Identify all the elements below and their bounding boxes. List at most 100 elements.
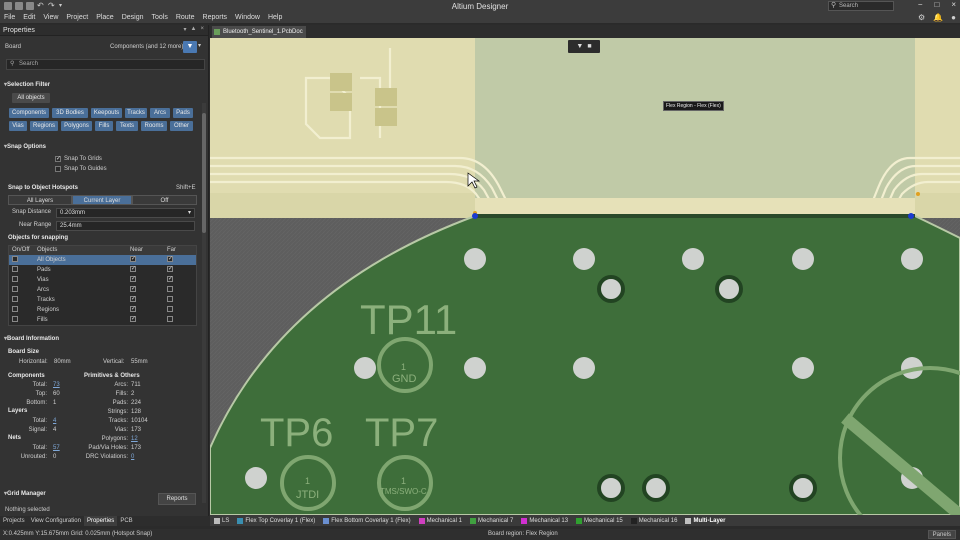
- filter-pads[interactable]: Pads: [173, 108, 193, 118]
- snap-options-heading[interactable]: Snap Options: [4, 143, 46, 150]
- table-row[interactable]: All Objects ✓ ✓: [9, 255, 196, 265]
- snap-to-grids-checkbox[interactable]: ✓: [55, 156, 61, 162]
- pcb-canvas[interactable]: TP11 TP6 TP7 GND JTDI TMS/SWO-C 1 1 1 ▼ …: [210, 38, 960, 515]
- filter-regions[interactable]: Regions: [30, 121, 58, 131]
- onoff-checkbox[interactable]: [12, 295, 18, 305]
- scrollbar-thumb[interactable]: [202, 113, 206, 233]
- snap-distance-input[interactable]: 0.203mm ▾: [56, 208, 195, 218]
- near-checkbox[interactable]: ✓: [130, 255, 136, 265]
- pcb-drawing[interactable]: TP11 TP6 TP7 GND JTDI TMS/SWO-C 1 1 1: [210, 38, 960, 515]
- layer-tab[interactable]: Flex Bottom Coverlay 1 (Flex): [319, 517, 414, 524]
- menu-project[interactable]: Project: [62, 14, 92, 21]
- menu-view[interactable]: View: [39, 14, 62, 21]
- grid-manager-heading[interactable]: Grid Manager: [4, 490, 46, 497]
- far-checkbox[interactable]: ✓: [167, 265, 173, 275]
- near-checkbox[interactable]: ✓: [130, 275, 136, 285]
- filter-vias[interactable]: Vias: [9, 121, 27, 131]
- menu-place[interactable]: Place: [92, 14, 118, 21]
- col-objects[interactable]: Objects: [37, 246, 57, 255]
- menu-route[interactable]: Route: [172, 14, 199, 21]
- filter-arcs[interactable]: Arcs: [150, 108, 170, 118]
- far-checkbox[interactable]: [167, 295, 173, 305]
- panels-button[interactable]: Panels: [927, 530, 956, 539]
- table-row[interactable]: Fills ✓: [9, 315, 196, 325]
- filter-components[interactable]: Components: [9, 108, 49, 118]
- onoff-checkbox[interactable]: [12, 265, 18, 275]
- minimize-button[interactable]: −: [918, 0, 923, 9]
- onoff-checkbox[interactable]: [12, 315, 18, 325]
- onoff-checkbox[interactable]: [12, 275, 18, 285]
- filter-polygons[interactable]: Polygons: [61, 121, 92, 131]
- mode-all-layers[interactable]: All Layers: [8, 195, 72, 205]
- near-checkbox[interactable]: ✓: [130, 265, 136, 275]
- document-tab[interactable]: Bluetooth_Sentinel_1.PcbDoc *: [212, 26, 306, 47]
- tab-pcb[interactable]: PCB: [117, 516, 135, 526]
- table-row[interactable]: Vias ✓ ✓: [9, 275, 196, 285]
- tab-projects[interactable]: Projects: [0, 516, 28, 526]
- near-checkbox[interactable]: ✓: [130, 285, 136, 295]
- all-objects-button[interactable]: All objects: [12, 93, 50, 103]
- far-checkbox[interactable]: [167, 315, 173, 325]
- table-row[interactable]: Regions ✓: [9, 305, 196, 315]
- tab-view-configuration[interactable]: View Configuration: [28, 516, 84, 526]
- properties-search-input[interactable]: ⚲ Search: [6, 59, 205, 70]
- layer-tab[interactable]: Mechanical 13: [517, 517, 572, 524]
- near-checkbox[interactable]: ✓: [130, 305, 136, 315]
- layer-tab[interactable]: Flex Top Coverlay 1 (Flex): [233, 517, 319, 524]
- panel-menu-icon[interactable]: ▾: [184, 26, 187, 33]
- menu-window[interactable]: Window: [231, 14, 264, 21]
- filter-icon[interactable]: ▼: [576, 43, 583, 50]
- col-onoff[interactable]: On/Off: [12, 246, 30, 255]
- far-checkbox[interactable]: ✓: [167, 275, 173, 285]
- selection-filter-heading[interactable]: Selection Filter: [4, 81, 50, 88]
- user-icon[interactable]: ●: [951, 13, 956, 22]
- mode-current-layer[interactable]: Current Layer: [72, 195, 132, 205]
- filter-dropdown-icon[interactable]: ▾: [198, 42, 201, 49]
- table-row[interactable]: Arcs ✓: [9, 285, 196, 295]
- primitive-value[interactable]: 0: [131, 454, 134, 460]
- close-button[interactable]: ×: [951, 0, 956, 9]
- board-information-heading[interactable]: Board Information: [4, 335, 59, 342]
- menu-design[interactable]: Design: [118, 14, 148, 21]
- onoff-checkbox[interactable]: [12, 255, 18, 265]
- onoff-checkbox[interactable]: [12, 305, 18, 315]
- selection-mode-icon[interactable]: ■: [587, 43, 591, 50]
- pin-icon[interactable]: ▲: [191, 26, 197, 33]
- mode-off[interactable]: Off: [132, 195, 197, 205]
- layer-tab[interactable]: Mechanical 1: [415, 517, 466, 524]
- filter-tracks[interactable]: Tracks: [125, 108, 147, 118]
- filter-3d-bodies[interactable]: 3D Bodies: [52, 108, 88, 118]
- filter-other[interactable]: Other: [170, 121, 193, 131]
- snap-to-guides-checkbox[interactable]: [55, 166, 61, 172]
- components-total-value[interactable]: 73: [53, 382, 60, 388]
- bell-icon[interactable]: 🔔: [933, 13, 943, 22]
- filter-keepouts[interactable]: Keepouts: [91, 108, 122, 118]
- layers-total-value[interactable]: 4: [53, 418, 56, 424]
- table-row[interactable]: Tracks ✓: [9, 295, 196, 305]
- menu-file[interactable]: File: [0, 14, 19, 21]
- reports-button[interactable]: Reports: [158, 493, 196, 505]
- far-checkbox[interactable]: [167, 305, 173, 315]
- filter-fills[interactable]: Fills: [95, 121, 113, 131]
- tab-properties[interactable]: Properties: [83, 516, 118, 526]
- near-range-input[interactable]: 25.4mm: [56, 221, 195, 231]
- nets-total-value[interactable]: 57: [53, 445, 60, 451]
- filter-icon[interactable]: ▼: [183, 41, 197, 53]
- panel-scrollbar[interactable]: [202, 103, 206, 503]
- far-checkbox[interactable]: [167, 285, 173, 295]
- layer-tab[interactable]: LS: [210, 517, 233, 524]
- menu-edit[interactable]: Edit: [19, 14, 39, 21]
- table-row[interactable]: Pads ✓ ✓: [9, 265, 196, 275]
- menu-reports[interactable]: Reports: [199, 14, 232, 21]
- menu-tools[interactable]: Tools: [148, 14, 172, 21]
- filter-summary[interactable]: Components (and 12 more): [110, 44, 183, 50]
- layer-tab[interactable]: Mechanical 7: [466, 517, 517, 524]
- primitive-value[interactable]: 12: [131, 436, 138, 442]
- global-search-input[interactable]: ⚲ Search: [828, 1, 894, 11]
- layer-tab[interactable]: Mechanical 15: [572, 517, 627, 524]
- near-checkbox[interactable]: ✓: [130, 295, 136, 305]
- near-checkbox[interactable]: ✓: [130, 315, 136, 325]
- maximize-button[interactable]: □: [934, 0, 939, 9]
- menu-help[interactable]: Help: [264, 14, 286, 21]
- close-icon[interactable]: ×: [200, 26, 204, 33]
